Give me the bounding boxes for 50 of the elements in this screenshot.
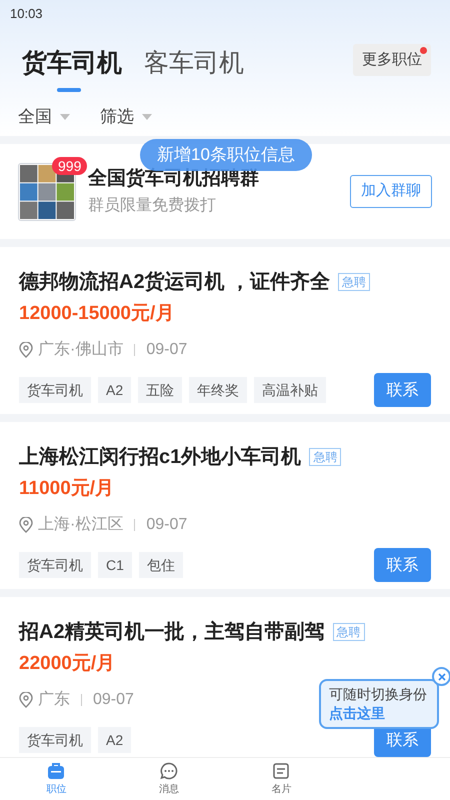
nav-tab[interactable]: 名片 bbox=[225, 758, 338, 800]
job-card[interactable]: 德邦物流招A2货运司机 ，证件齐全 急聘 12000-15000元/月 广东·佛山市 09-07 货车司机 A2 五险 年终奖 高温补贴 联系 bbox=[0, 247, 450, 414]
job-tag: 五险 bbox=[138, 377, 182, 403]
tab[interactable]: 货车司机 bbox=[22, 44, 122, 88]
tip-text: 可随时切换身份 bbox=[329, 685, 428, 704]
count-badge: 999 bbox=[52, 156, 88, 174]
job-tag: 货车司机 bbox=[19, 552, 91, 578]
filter-dropdown[interactable]: 全国 bbox=[18, 104, 70, 130]
caret-icon bbox=[142, 114, 152, 120]
job-tag: 高温补贴 bbox=[254, 377, 326, 403]
urgent-tag: 急聘 bbox=[309, 448, 342, 466]
job-tag: 货车司机 bbox=[19, 727, 91, 753]
job-card[interactable]: 上海松江闵行招c1外地小车司机 急聘 11000元/月 上海·松江区 09-07 货车司机 C1 包住 联系 bbox=[0, 422, 450, 589]
job-tag: 年终奖 bbox=[189, 377, 248, 403]
switch-role-tooltip[interactable]: 可随时切换身份 点击这里 bbox=[319, 679, 439, 729]
job-location: 广东·佛山市 bbox=[38, 340, 124, 360]
urgent-tag: 急聘 bbox=[332, 623, 365, 641]
job-title: 德邦物流招A2货运司机 ，证件齐全 bbox=[19, 270, 330, 295]
briefcase-icon bbox=[47, 762, 66, 780]
filter-dropdown[interactable]: 筛选 bbox=[100, 104, 152, 130]
more-jobs-button[interactable]: 更多职位 bbox=[353, 44, 431, 76]
job-location: 广东 bbox=[38, 690, 70, 710]
post-date: 09-07 bbox=[93, 690, 134, 710]
post-date: 09-07 bbox=[146, 340, 188, 360]
job-tag: C1 bbox=[98, 552, 132, 578]
post-date: 09-07 bbox=[146, 515, 188, 535]
close-icon bbox=[438, 672, 446, 680]
tab[interactable]: 客车司机 bbox=[144, 44, 244, 88]
job-title: 招A2精英司机一批，主驾自带副驾 bbox=[19, 620, 325, 645]
job-tag: A2 bbox=[98, 377, 132, 403]
location-pin-icon bbox=[19, 342, 33, 358]
chat-icon bbox=[160, 762, 178, 780]
salary: 22000元/月 bbox=[19, 653, 116, 675]
salary: 11000元/月 bbox=[19, 478, 116, 500]
job-tag: 包住 bbox=[138, 552, 183, 578]
nav-tab[interactable]: 职位 bbox=[0, 758, 112, 800]
tab-indicator bbox=[57, 88, 81, 92]
location-pin-icon bbox=[19, 517, 33, 533]
status-time: 10:03 bbox=[10, 5, 43, 24]
group-subtitle: 群员限量免费拨打 bbox=[88, 196, 217, 216]
salary: 12000-15000元/月 bbox=[19, 303, 176, 325]
card-icon bbox=[272, 762, 290, 780]
nav-tab[interactable]: 消息 bbox=[112, 758, 225, 800]
location-pin-icon bbox=[19, 692, 33, 708]
urgent-tag: 急聘 bbox=[338, 273, 370, 291]
job-tag: 货车司机 bbox=[19, 377, 91, 403]
job-location: 上海·松江区 bbox=[38, 514, 124, 535]
job-tag: A2 bbox=[98, 727, 132, 753]
job-title: 上海松江闵行招c1外地小车司机 bbox=[19, 444, 302, 470]
caret-icon bbox=[60, 114, 70, 120]
